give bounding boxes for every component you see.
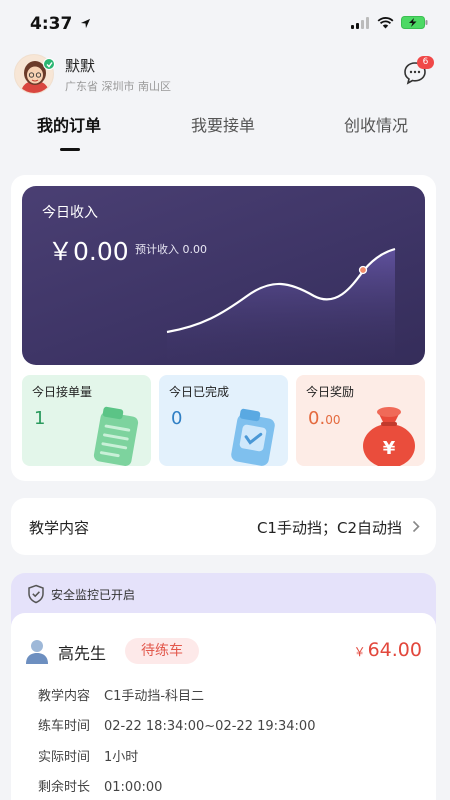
tab-take-orders[interactable]: 我要接单 bbox=[191, 112, 255, 136]
safety-monitor-text: 安全监控已开启 bbox=[51, 587, 136, 602]
summary-card: 今日收入 ￥0.00 预计收入 0.00 今日接单量 1 今日已完成 0 今日奖… bbox=[11, 175, 436, 481]
order-detail-key: 教学内容 bbox=[38, 689, 91, 704]
order-detail-value: C1手动挡-科目二 bbox=[104, 689, 205, 704]
status-time: 4:37 bbox=[30, 14, 91, 34]
order-section: 安全监控已开启 高先生 待练车 ￥ 64.00 教学内容 C1手动挡-科目二 练车时… bbox=[11, 573, 436, 800]
battery-charging-icon bbox=[401, 16, 428, 29]
profile-header: 默默 广东省 深圳市 南山区 6 bbox=[14, 54, 436, 98]
status-time-text: 4:37 bbox=[30, 14, 73, 34]
user-location: 广东省 深圳市 南山区 bbox=[65, 80, 171, 93]
message-button[interactable]: 6 bbox=[402, 56, 434, 86]
stat-value-main: 0. bbox=[308, 408, 326, 429]
stat-value: 0.00 bbox=[308, 408, 340, 429]
teaching-content-row[interactable]: 教学内容 C1手动挡；C2自动挡 bbox=[11, 498, 436, 555]
chevron-right-icon bbox=[412, 520, 420, 533]
stat-label: 今日奖励 bbox=[306, 385, 355, 399]
message-count-badge: 6 bbox=[417, 56, 434, 69]
clipboard-check-icon bbox=[231, 408, 275, 466]
svg-text:¥: ¥ bbox=[383, 438, 396, 459]
status-icons bbox=[351, 16, 428, 29]
order-detail-key: 实际时间 bbox=[38, 750, 91, 765]
order-detail-value: 1小时 bbox=[104, 750, 139, 765]
teaching-content-label: 教学内容 bbox=[29, 519, 90, 537]
order-detail-value: 02-22 18:34:00~02-22 19:34:00 bbox=[104, 719, 316, 734]
income-amount: ￥0.00 bbox=[48, 237, 129, 266]
tab-active-indicator bbox=[60, 148, 80, 151]
order-status-badge: 待练车 bbox=[125, 638, 199, 664]
price-currency: ￥ bbox=[353, 645, 366, 659]
shield-check-icon bbox=[28, 584, 44, 604]
tab-bar: 我的订单 我要接单 创收情况 bbox=[0, 112, 450, 156]
stat-label: 今日接单量 bbox=[32, 385, 93, 399]
customer-avatar-icon bbox=[26, 640, 48, 664]
user-name: 默默 bbox=[65, 57, 96, 75]
order-detail-row: 练车时间 02-22 18:34:00~02-22 19:34:00 bbox=[38, 715, 315, 734]
stat-value: 1 bbox=[34, 408, 46, 429]
order-detail-row: 剩余时长 01:00:00 bbox=[38, 776, 162, 795]
wifi-icon bbox=[377, 16, 394, 28]
order-card[interactable]: 高先生 待练车 ￥ 64.00 教学内容 C1手动挡-科目二 练车时间 02-22 1… bbox=[11, 613, 436, 800]
stat-label: 今日已完成 bbox=[169, 385, 230, 399]
income-title: 今日收入 bbox=[42, 205, 98, 221]
income-panel[interactable]: 今日收入 ￥0.00 预计收入 0.00 bbox=[22, 186, 425, 365]
order-detail-key: 练车时间 bbox=[38, 719, 91, 734]
order-detail-key: 剩余时长 bbox=[38, 780, 91, 795]
location-arrow-icon bbox=[81, 18, 91, 29]
price-value: 64.00 bbox=[367, 639, 422, 661]
order-detail-row: 实际时间 1小时 bbox=[38, 746, 138, 765]
status-bar: 4:37 bbox=[0, 0, 450, 50]
income-trend-point bbox=[358, 265, 368, 275]
income-estimate: 预计收入 0.00 bbox=[135, 243, 207, 256]
stat-card-orders[interactable]: 今日接单量 1 bbox=[22, 375, 151, 466]
order-detail-value: 01:00:00 bbox=[104, 780, 163, 795]
signal-icon bbox=[351, 16, 369, 29]
money-bag-icon: ¥ bbox=[363, 407, 415, 466]
order-detail-row: 教学内容 C1手动挡-科目二 bbox=[38, 685, 204, 704]
stat-value: 0 bbox=[171, 408, 183, 429]
safety-monitor-banner: 安全监控已开启 bbox=[27, 583, 135, 605]
stat-card-completed[interactable]: 今日已完成 0 bbox=[159, 375, 288, 466]
customer-name: 高先生 bbox=[58, 644, 107, 663]
stat-card-reward[interactable]: 今日奖励 0.00 ¥ bbox=[296, 375, 425, 466]
teaching-content-value: C1手动挡；C2自动挡 bbox=[256, 519, 402, 537]
verified-badge-icon bbox=[43, 58, 55, 70]
clipboard-list-icon bbox=[93, 406, 139, 466]
order-price: ￥ 64.00 bbox=[354, 639, 422, 661]
tab-earnings[interactable]: 创收情况 bbox=[344, 112, 408, 136]
tab-my-orders[interactable]: 我的订单 bbox=[37, 112, 101, 136]
stat-value-decimal: 00 bbox=[325, 413, 341, 427]
